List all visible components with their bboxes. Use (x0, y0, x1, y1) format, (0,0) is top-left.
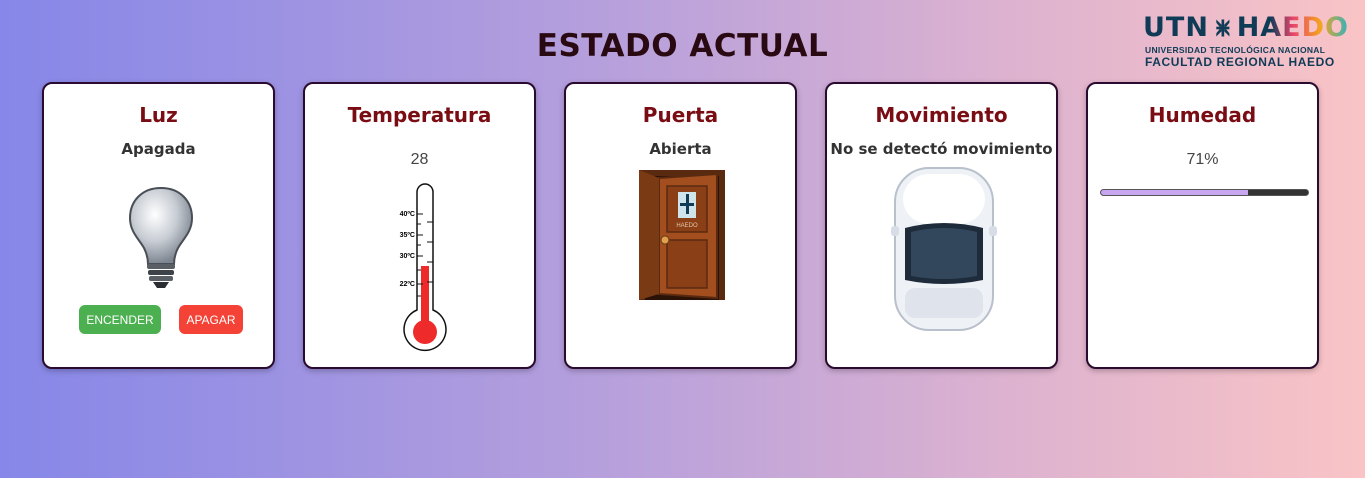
logo-haedo: HAEDO (1236, 12, 1349, 43)
thermometer-icon: 40ºC 35ºC 30ºC 22ºC (400, 183, 447, 352)
door-logo-text: HAEDO (676, 223, 698, 229)
scale-label-22: 22ºC (400, 281, 415, 288)
apagar-button[interactable]: APAGAR (179, 305, 243, 334)
logo-utn: UTN (1143, 12, 1209, 43)
card-movimiento-title: Movimiento (875, 103, 1008, 127)
utn-emblem-icon (1216, 18, 1230, 37)
card-movimiento: Movimiento No se detectó movimiento (825, 82, 1058, 369)
movimiento-state: No se detectó movimiento (830, 140, 1053, 158)
humedad-progress-bar (1100, 189, 1309, 196)
light-bulb-icon (128, 186, 194, 288)
card-puerta: Puerta Abierta HAEDO (564, 82, 797, 369)
logo-line-2: FACULTAD REGIONAL HAEDO (1145, 55, 1335, 69)
card-temperatura: Temperatura 28 40ºC 35ºC 30ºC 22ºC (303, 82, 536, 369)
card-temperatura-title: Temperatura (347, 103, 492, 127)
logo-line-1: UNIVERSIDAD TECNOLÓGICA NACIONAL (1145, 45, 1326, 55)
encender-button[interactable]: ENCENDER (79, 305, 161, 334)
card-humedad: Humedad 71% (1086, 82, 1319, 369)
scale-label-35: 35ºC (400, 232, 415, 239)
luz-state: Apagada (121, 140, 196, 158)
temperatura-value: 28 (410, 151, 429, 168)
humedad-value: 71% (1186, 151, 1219, 168)
puerta-state: Abierta (649, 140, 712, 158)
card-humedad-title: Humedad (1148, 103, 1257, 127)
scale-label-30: 30ºC (400, 253, 415, 260)
card-puerta-title: Puerta (642, 103, 719, 127)
car-top-view-icon (891, 167, 997, 331)
open-door-icon: HAEDO (639, 170, 725, 300)
card-luz: Luz Apagada ENCENDER APAGAR (42, 82, 275, 369)
scale-label-40: 40ºC (400, 211, 415, 218)
utn-haedo-logo: UTN HAEDO UNIVERSIDAD TECNOLÓGICA NACION… (1143, 12, 1349, 72)
card-luz-title: Luz (139, 103, 178, 127)
humedad-progress-fill (1101, 190, 1248, 195)
